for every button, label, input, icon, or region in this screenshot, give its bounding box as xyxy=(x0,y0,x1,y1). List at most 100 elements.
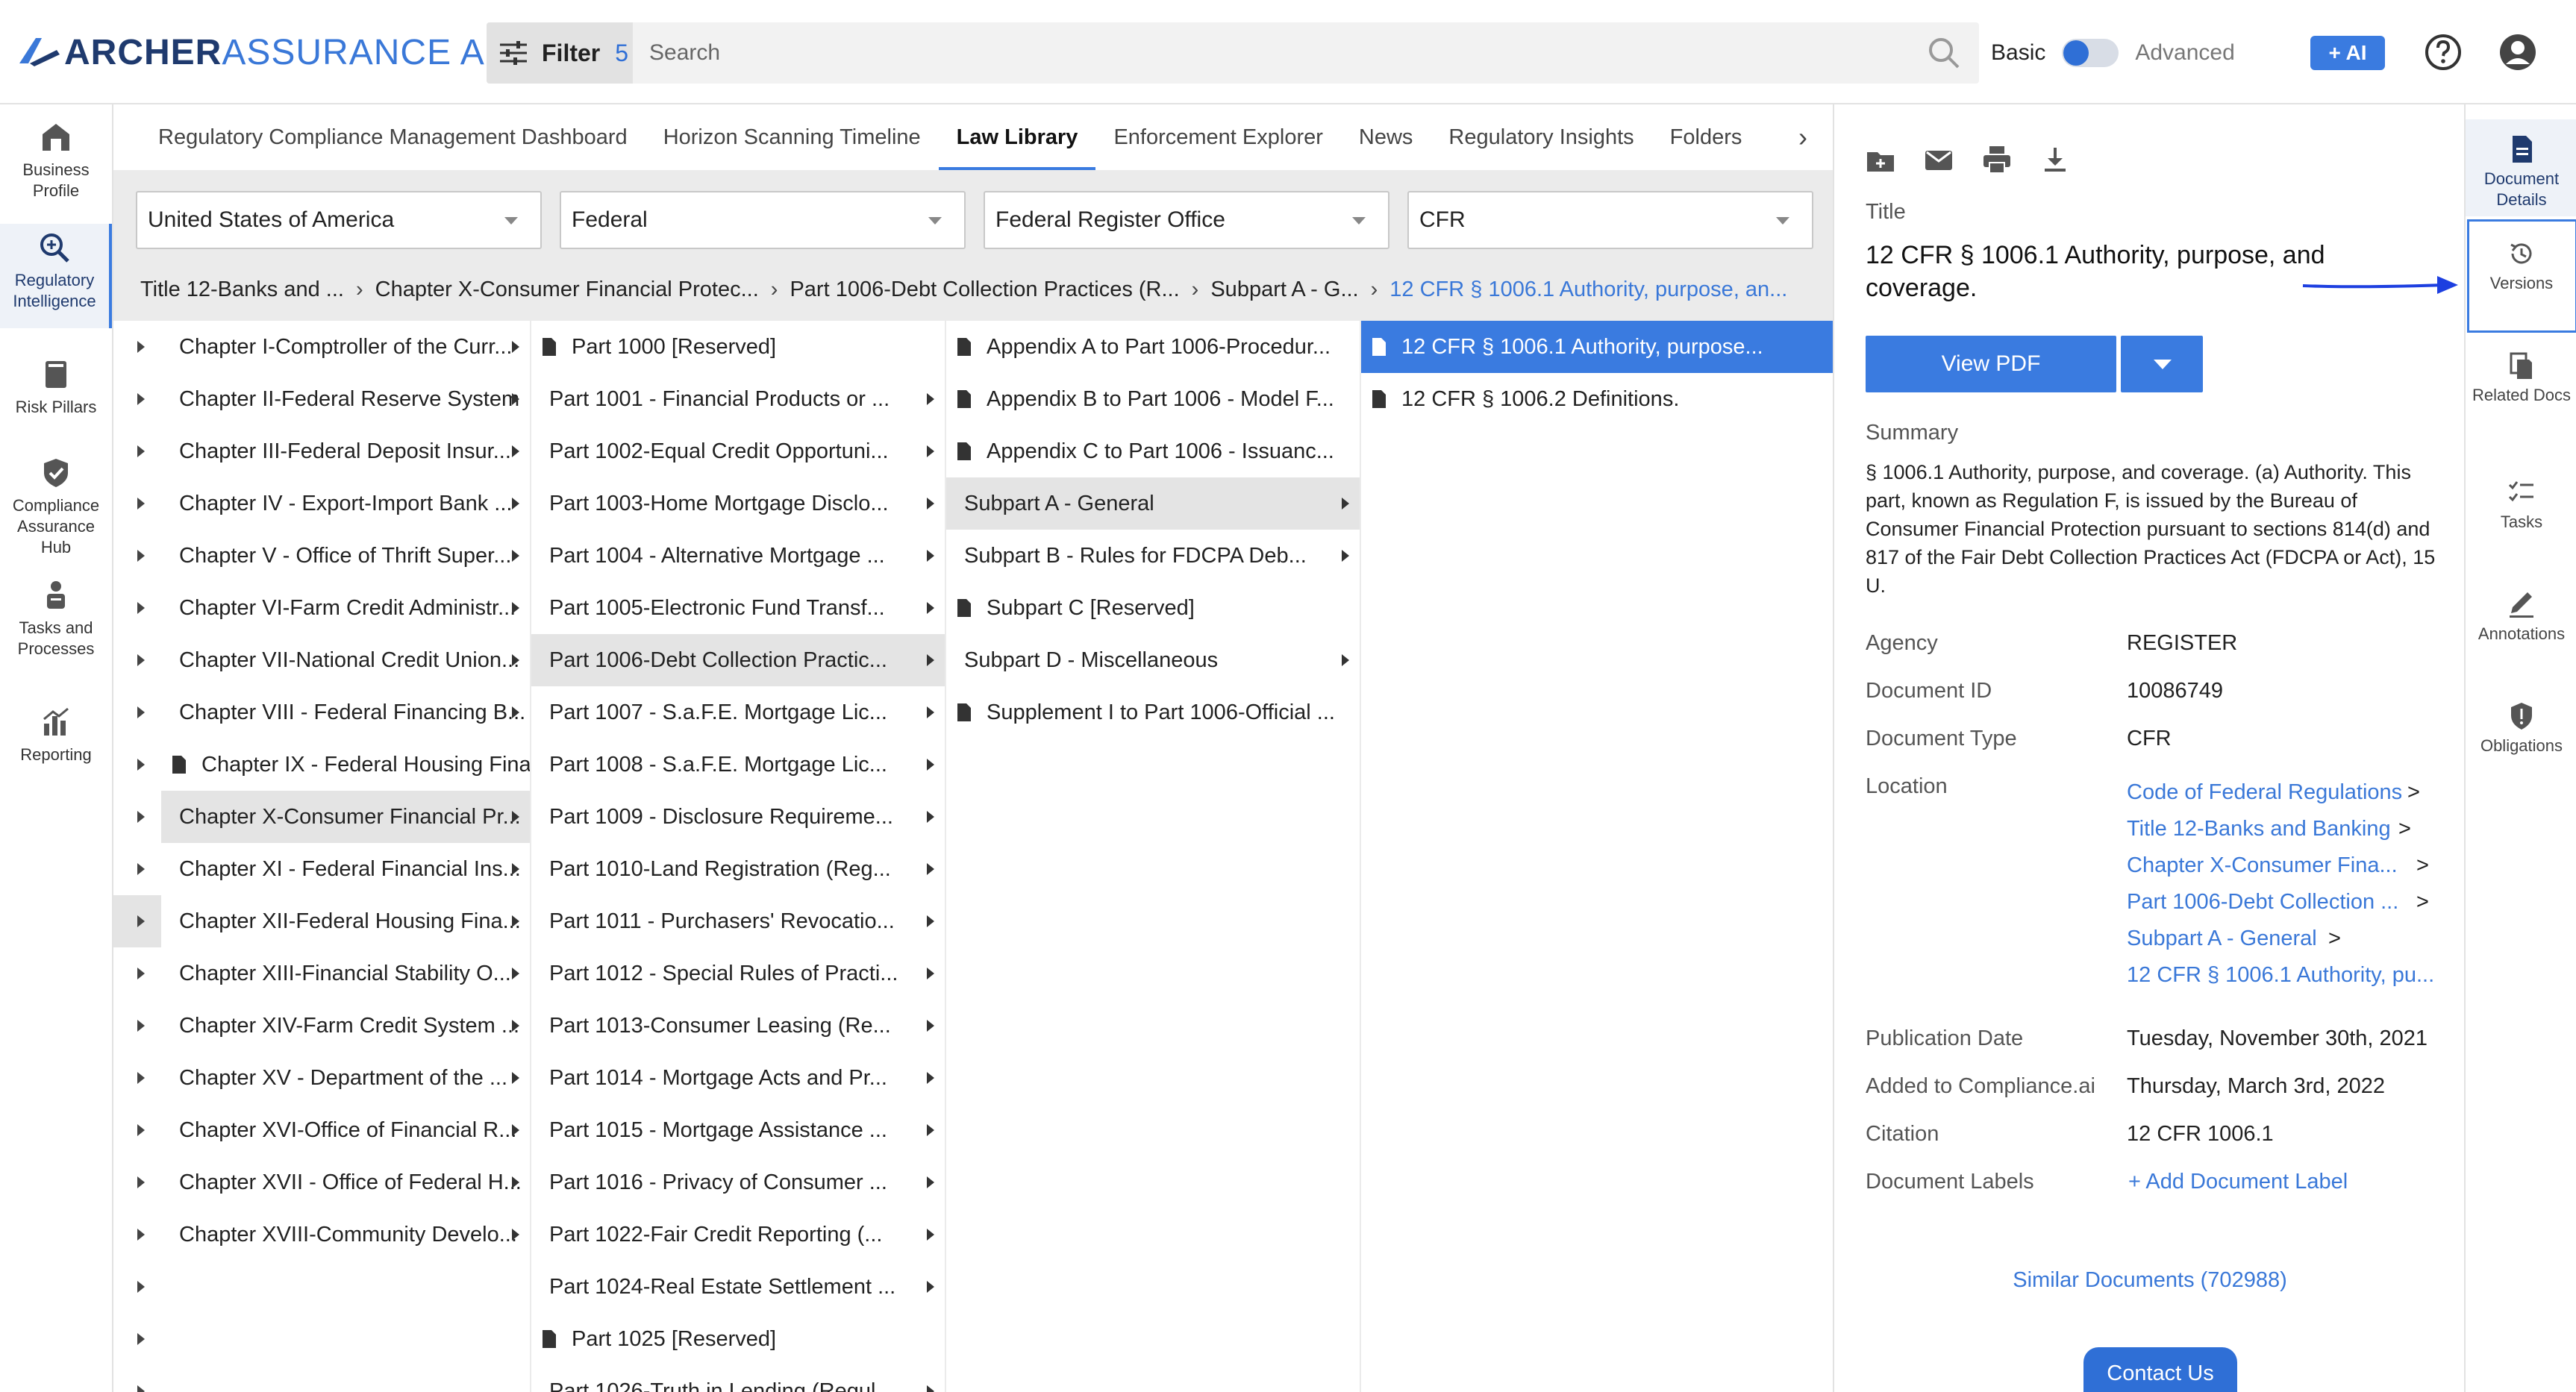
part-item[interactable]: Part 1005-Electronic Fund Transf... xyxy=(531,582,945,634)
part-item[interactable]: Part 1007 - S.a.F.E. Mortgage Lic... xyxy=(531,686,945,739)
subpart-item[interactable]: Subpart D - Miscellaneous xyxy=(946,634,1360,686)
chapter-item[interactable]: Chapter XIII-Financial Stability O... xyxy=(161,947,530,1000)
part-item[interactable]: Part 1002-Equal Credit Opportuni... xyxy=(531,425,945,477)
tree-expand-arrow-icon[interactable] xyxy=(137,550,145,562)
help-icon[interactable] xyxy=(2424,33,2463,72)
location-link[interactable]: Part 1006-Debt Collection ... xyxy=(2127,890,2398,915)
tree-expand-arrow-icon[interactable] xyxy=(137,1385,145,1392)
rail-annotations[interactable]: Annotations xyxy=(2466,589,2576,671)
location-link[interactable]: Chapter X-Consumer Fina... xyxy=(2127,853,2398,878)
nav-reporting[interactable]: Reporting xyxy=(0,706,112,780)
subpart-item[interactable]: Appendix A to Part 1006-Procedur... xyxy=(946,321,1360,373)
chapter-item[interactable]: Chapter V - Office of Thrift Super... xyxy=(161,530,530,582)
tree-expand-arrow-icon[interactable] xyxy=(137,445,145,457)
tab-enforcement-explorer[interactable]: Enforcement Explorer xyxy=(1095,104,1340,170)
chapter-item[interactable]: Chapter VII-National Credit Union... xyxy=(161,634,530,686)
tree-expand-arrow-icon[interactable] xyxy=(137,1281,145,1293)
breadcrumb-section[interactable]: 12 CFR § 1006.1 Authority, purpose, an..… xyxy=(1389,278,1787,302)
tab-law-library[interactable]: Law Library xyxy=(938,104,1096,170)
tree-expand-arrow-icon[interactable] xyxy=(137,602,145,614)
tree-expand-arrow-icon[interactable] xyxy=(137,654,145,666)
tree-expand-arrow-icon[interactable] xyxy=(137,1333,145,1345)
chapter-item[interactable]: Chapter XI - Federal Financial Ins... xyxy=(161,843,530,895)
section-item[interactable]: 12 CFR § 1006.2 Definitions. xyxy=(1361,373,1833,425)
part-item[interactable]: Part 1000 [Reserved] xyxy=(531,321,945,373)
tree-expand-arrow-icon[interactable] xyxy=(137,706,145,718)
subpart-item[interactable]: Subpart A - General xyxy=(946,477,1360,530)
breadcrumb-subpart[interactable]: Subpart A - G... xyxy=(1210,278,1358,302)
source-select[interactable]: Federal Register Office xyxy=(984,191,1389,249)
subpart-item[interactable]: Appendix B to Part 1006 - Model F... xyxy=(946,373,1360,425)
part-item[interactable]: Part 1001 - Financial Products or ... xyxy=(531,373,945,425)
tree-expand-arrow-icon[interactable] xyxy=(137,811,145,823)
mode-toggle[interactable] xyxy=(2062,39,2119,67)
part-item[interactable]: Part 1013-Consumer Leasing (Re... xyxy=(531,1000,945,1052)
nav-tasks-and-processes[interactable]: Tasks and Processes xyxy=(0,579,112,668)
breadcrumb-chapter[interactable]: Chapter X-Consumer Financial Protec... xyxy=(375,278,759,302)
subpart-item[interactable]: Appendix C to Part 1006 - Issuanc... xyxy=(946,425,1360,477)
tree-expand-arrow-icon[interactable] xyxy=(137,915,145,927)
section-item[interactable]: 12 CFR § 1006.1 Authority, purpose... xyxy=(1361,321,1833,373)
chapter-item[interactable]: Chapter X-Consumer Financial Pr... xyxy=(161,791,530,843)
location-link[interactable]: 12 CFR § 1006.1 Authority, pu... xyxy=(2127,963,2434,988)
chapter-item[interactable]: Chapter XV - Department of the ... xyxy=(161,1052,530,1104)
add-to-folder-icon[interactable] xyxy=(1864,143,1897,176)
chapter-item[interactable]: Chapter IV - Export-Import Bank ... xyxy=(161,477,530,530)
nav-risk-pillars[interactable]: Risk Pillars xyxy=(0,358,112,440)
search-icon[interactable] xyxy=(1927,36,1961,70)
tab-folders[interactable]: Folders xyxy=(1652,104,1760,170)
add-document-label-link[interactable]: + Add Document Label xyxy=(2128,1170,2348,1194)
breadcrumb-title[interactable]: Title 12-Banks and ... xyxy=(140,278,344,302)
tree-expand-arrow-icon[interactable] xyxy=(137,1020,145,1032)
subpart-item[interactable]: Supplement I to Part 1006-Official ... xyxy=(946,686,1360,739)
tree-expand-arrow-icon[interactable] xyxy=(137,498,145,510)
search-input[interactable]: Search xyxy=(649,40,1927,66)
nav-regulatory-intelligence[interactable]: Regulatory Intelligence xyxy=(0,224,112,328)
tabs-scroll-right-icon[interactable]: › xyxy=(1788,104,1818,170)
doc-type-select[interactable]: CFR xyxy=(1407,191,1813,249)
jurisdiction-select[interactable]: Federal xyxy=(560,191,966,249)
rail-related-docs[interactable]: Related Docs xyxy=(2466,351,2576,440)
tree-expand-arrow-icon[interactable] xyxy=(137,1229,145,1241)
subpart-item[interactable]: Subpart C [Reserved] xyxy=(946,582,1360,634)
chapter-item[interactable]: Chapter XVII - Office of Federal H... xyxy=(161,1156,530,1208)
nav-compliance-assurance-hub[interactable]: Compliance Assurance Hub xyxy=(0,457,112,561)
similar-documents-link[interactable]: Similar Documents (702988) xyxy=(1834,1268,2466,1293)
chapter-item[interactable]: Chapter XVIII-Community Develo... xyxy=(161,1208,530,1261)
part-item[interactable]: Part 1025 [Reserved] xyxy=(531,1313,945,1365)
part-item[interactable]: Part 1011 - Purchasers' Revocatio... xyxy=(531,895,945,947)
part-item[interactable]: Part 1026-Truth in Lending (Regul... xyxy=(531,1365,945,1392)
email-icon[interactable] xyxy=(1922,143,1955,176)
mode-basic-label[interactable]: Basic xyxy=(1991,40,2045,66)
part-item[interactable]: Part 1014 - Mortgage Acts and Pr... xyxy=(531,1052,945,1104)
tab-dashboard[interactable]: Regulatory Compliance Management Dashboa… xyxy=(113,104,645,170)
view-pdf-options-button[interactable] xyxy=(2121,336,2203,392)
part-item[interactable]: Part 1009 - Disclosure Requireme... xyxy=(531,791,945,843)
part-item[interactable]: Part 1022-Fair Credit Reporting (... xyxy=(531,1208,945,1261)
user-avatar-icon[interactable] xyxy=(2498,33,2537,72)
tree-expand-arrow-icon[interactable] xyxy=(137,393,145,405)
chapter-item[interactable]: Chapter VIII - Federal Financing B... xyxy=(161,686,530,739)
chapter-item[interactable]: Chapter I-Comptroller of the Curr... xyxy=(161,321,530,373)
tree-expand-arrow-icon[interactable] xyxy=(137,1176,145,1188)
tree-expand-arrow-icon[interactable] xyxy=(137,863,145,875)
mode-advanced-label[interactable]: Advanced xyxy=(2135,40,2234,66)
contact-us-button[interactable]: Contact Us xyxy=(2083,1347,2237,1392)
tree-expand-arrow-icon[interactable] xyxy=(137,1072,145,1084)
rail-document-details[interactable]: Document Details xyxy=(2466,119,2576,216)
location-link[interactable]: Code of Federal Regulations xyxy=(2127,780,2402,805)
ai-button[interactable]: + AI xyxy=(2310,36,2385,70)
subpart-item[interactable]: Subpart B - Rules for FDCPA Deb... xyxy=(946,530,1360,582)
print-icon[interactable] xyxy=(1981,143,2013,176)
tree-expand-arrow-icon[interactable] xyxy=(137,341,145,353)
tab-news[interactable]: News xyxy=(1341,104,1431,170)
chapter-item[interactable]: Chapter IX - Federal Housing Fina... xyxy=(161,739,530,791)
app-logo[interactable]: ARCHERASSURANCE AI xyxy=(19,30,495,75)
part-item[interactable]: Part 1008 - S.a.F.E. Mortgage Lic... xyxy=(531,739,945,791)
part-item[interactable]: Part 1003-Home Mortgage Disclo... xyxy=(531,477,945,530)
tree-expand-arrow-icon[interactable] xyxy=(137,1124,145,1136)
chapter-item[interactable]: Chapter XVI-Office of Financial R... xyxy=(161,1104,530,1156)
rail-tasks[interactable]: Tasks xyxy=(2466,477,2576,552)
country-select[interactable]: United States of America xyxy=(136,191,542,249)
nav-business-profile[interactable]: Business Profile xyxy=(0,121,112,218)
